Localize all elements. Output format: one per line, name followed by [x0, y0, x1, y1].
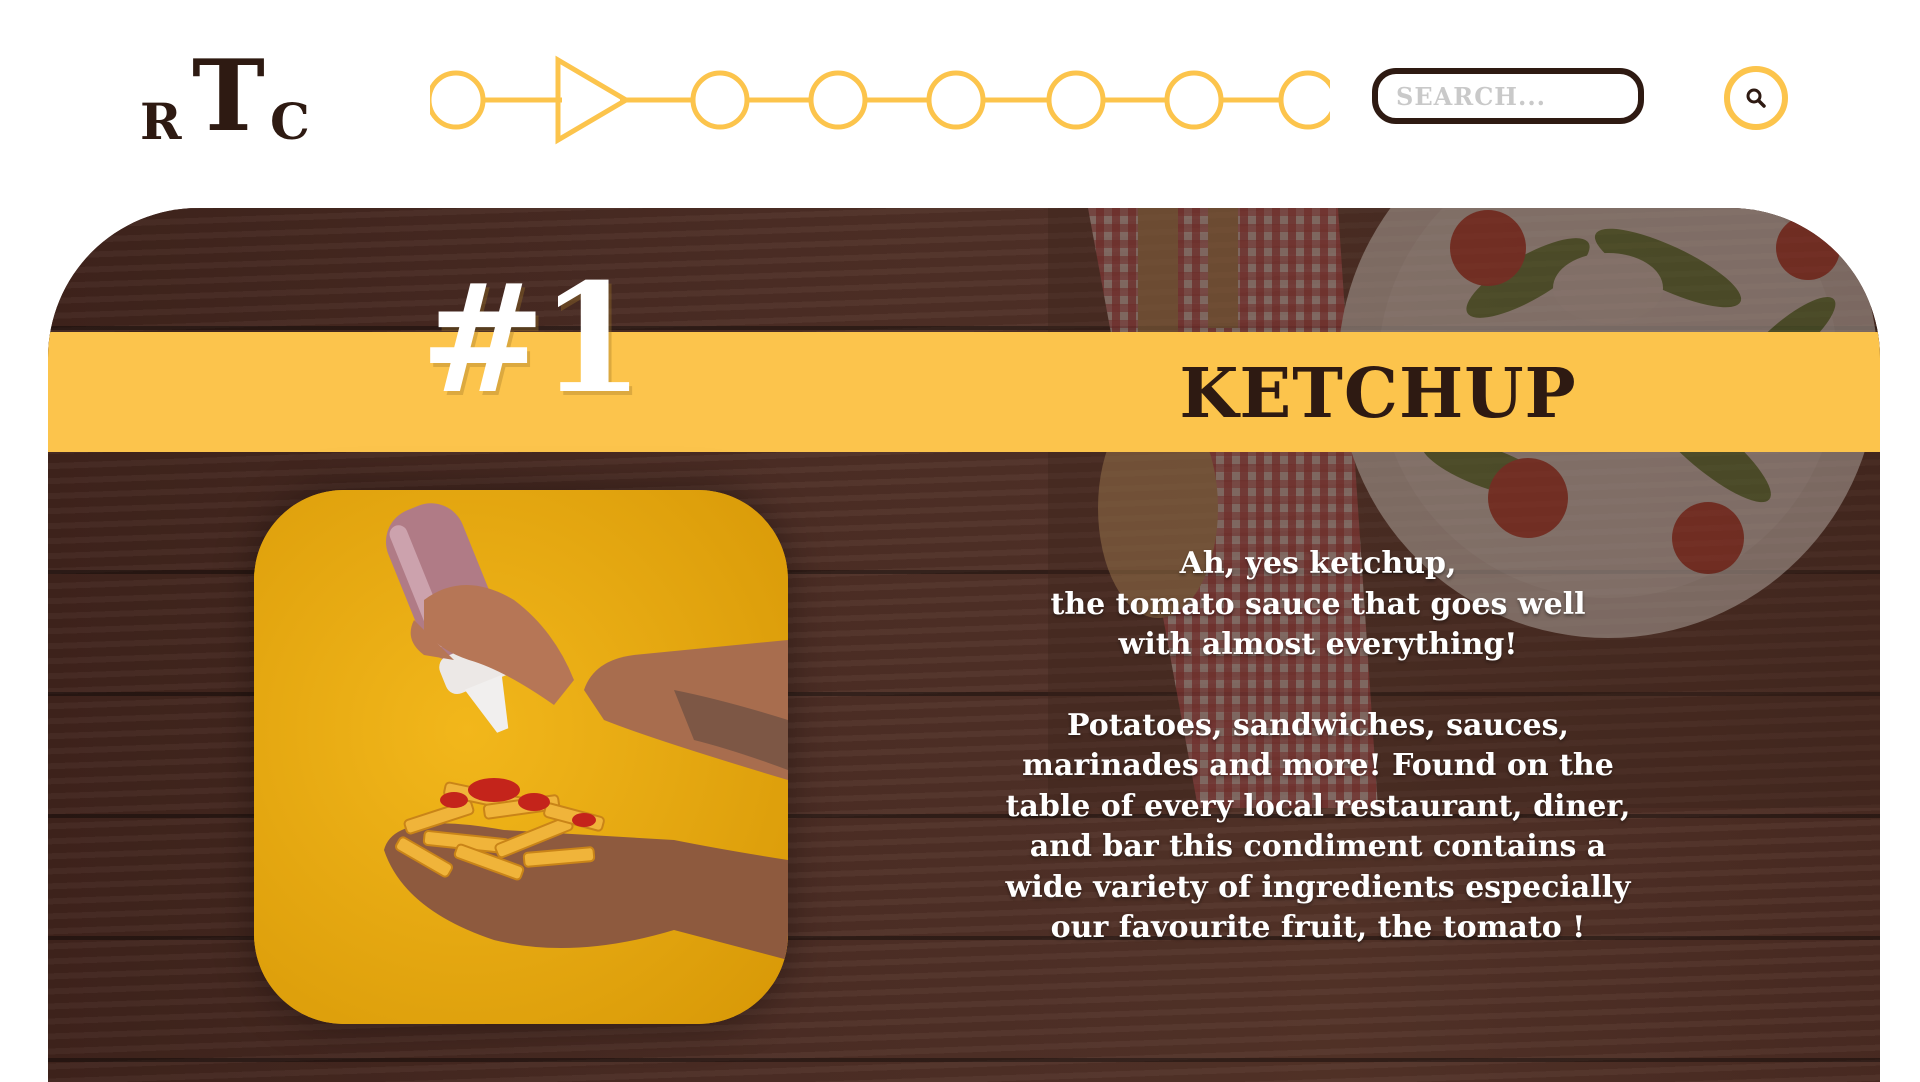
search-icon — [1746, 88, 1766, 108]
description-intro: Ah, yes ketchup, the tomato sauce that g… — [1050, 546, 1586, 662]
site-logo[interactable]: R T C — [140, 39, 320, 154]
step-button-6[interactable] — [1048, 72, 1104, 128]
hands-ketchup-fries-illustration — [254, 490, 788, 1024]
search-input[interactable] — [1378, 74, 1638, 118]
slide-stepper — [430, 54, 1330, 148]
step-button-8[interactable] — [1280, 72, 1336, 128]
step-button-5[interactable] — [928, 72, 984, 128]
step-button-2[interactable] — [564, 72, 620, 128]
logo-letter-t: T — [192, 39, 265, 154]
hero-section: #1 KETCHUP Ah, yes ketchup, the tomato s… — [48, 208, 1880, 1082]
search-box — [1372, 68, 1644, 124]
rank-number: #1 — [420, 251, 644, 427]
logo-letter-c: C — [270, 92, 310, 151]
step-button-4[interactable] — [810, 72, 866, 128]
logo-letter-r: R — [140, 92, 182, 151]
product-title: KETCHUP — [1179, 354, 1577, 434]
step-button-7[interactable] — [1166, 72, 1222, 128]
search-button[interactable] — [1724, 66, 1788, 130]
product-description: Ah, yes ketchup, the tomato sauce that g… — [928, 544, 1708, 949]
ketchup-fries-photo — [254, 490, 788, 1024]
step-button-1[interactable] — [428, 72, 484, 128]
step-button-3[interactable] — [692, 72, 748, 128]
description-body: Potatoes, sandwiches, sauces, marinades … — [1005, 707, 1631, 946]
page: R T C SEARCH... #1 KETCHUP Ah, yes ketch… — [0, 0, 1920, 1082]
